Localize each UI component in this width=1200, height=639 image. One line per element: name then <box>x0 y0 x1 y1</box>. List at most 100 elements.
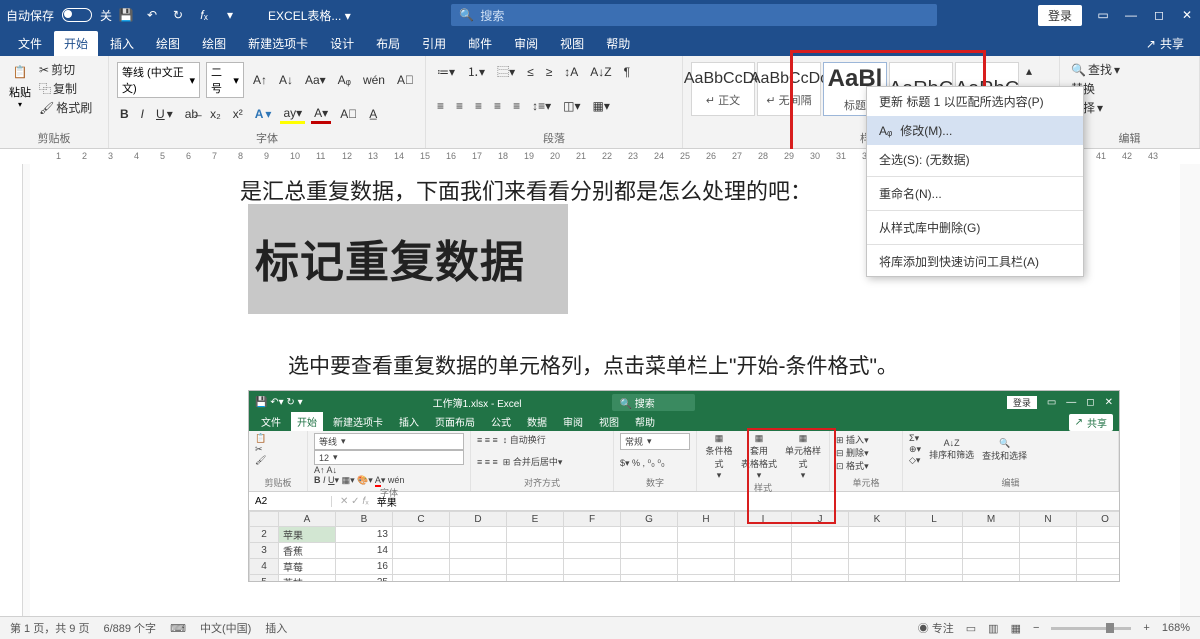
tab-draw[interactable]: 绘图 <box>146 31 190 56</box>
ctx-modify[interactable]: Aᵩ修改(M)... <box>867 116 1083 145</box>
cut-icon: ✂ <box>39 63 49 77</box>
tab-design[interactable]: 设计 <box>320 31 364 56</box>
autosave-toggle[interactable]: 自动保存 关 <box>6 7 112 24</box>
fx-icon[interactable]: 𝑓ₓ <box>196 7 212 23</box>
vertical-ruler[interactable] <box>0 164 23 617</box>
zoom-out-button[interactable]: − <box>1033 622 1039 634</box>
justify-button[interactable]: ≡ <box>491 98 504 114</box>
search-input[interactable]: 🔍 搜索 <box>451 4 937 26</box>
ctx-add-qat[interactable]: 将库添加到快速访问工具栏(A) <box>867 247 1083 276</box>
xl-share: ↗ 共享 <box>1069 414 1113 431</box>
tab-mailings[interactable]: 邮件 <box>458 31 502 56</box>
font-color-button[interactable]: A▾ <box>311 105 331 124</box>
tab-review[interactable]: 审阅 <box>504 31 548 56</box>
sort-button[interactable]: A↓Z <box>587 64 614 80</box>
tab-insert[interactable]: 插入 <box>100 31 144 56</box>
tab-custom[interactable]: 新建选项卡 <box>238 31 318 56</box>
align-right-button[interactable]: ≡ <box>472 98 485 114</box>
borders-button[interactable]: ▦▾ <box>589 98 612 114</box>
style-tile-nospacing[interactable]: AaBbCcDc↵ 无间隔 <box>757 62 821 116</box>
phonetic-button[interactable]: wén <box>360 72 388 88</box>
styles-up-button[interactable]: ▴ <box>1023 63 1038 79</box>
ctx-rename[interactable]: 重命名(N)... <box>867 179 1083 208</box>
status-page[interactable]: 第 1 页，共 9 页 <box>10 620 89 636</box>
heading-1: 标记重复数据 <box>255 226 525 290</box>
clear-format-button[interactable]: Aᵩ <box>335 72 354 88</box>
subscript-button[interactable]: x₂ <box>207 106 224 122</box>
strike-button[interactable]: ab̶ <box>182 106 201 122</box>
maximize-icon[interactable]: ◻ <box>1152 8 1166 22</box>
char-border-button[interactable]: A̲ <box>366 106 380 122</box>
align-center-button[interactable]: ≡ <box>453 98 466 114</box>
tab-file[interactable]: 文件 <box>8 31 52 56</box>
distribute-button[interactable]: ≡ <box>510 98 523 114</box>
separator <box>867 244 1083 245</box>
focus-button[interactable]: ◉ 专注 <box>918 620 954 636</box>
view-read-icon[interactable]: ▭ <box>966 622 976 635</box>
close-icon[interactable]: ✕ <box>1180 8 1194 22</box>
find-button[interactable]: 🔍查找▾ <box>1068 60 1191 79</box>
save-icon[interactable]: 💾 <box>118 7 134 23</box>
search-icon: 🔍 <box>1071 63 1086 77</box>
underline-button[interactable]: U▾ <box>153 106 176 122</box>
search-container: 🔍 搜索 <box>351 4 1038 26</box>
highlight-button[interactable]: ay▾ <box>280 105 305 124</box>
tab-home[interactable]: 开始 <box>54 31 98 56</box>
change-case-button[interactable]: Aa▾ <box>302 72 329 88</box>
xl-tab-formula: 公式 <box>485 412 517 431</box>
login-button[interactable]: 登录 <box>1038 5 1082 26</box>
enclose-button[interactable]: A⃝ <box>394 72 417 88</box>
char-shading-button[interactable]: A⃞ <box>337 106 360 122</box>
redo-icon[interactable]: ↻ <box>170 7 186 23</box>
view-web-icon[interactable]: ▦ <box>1011 622 1021 635</box>
font-size-combo[interactable]: 二号▾ <box>206 62 244 98</box>
decrease-indent-button[interactable]: ≤ <box>524 64 537 80</box>
replace-button[interactable]: 替换 <box>1068 79 1191 98</box>
tab-layout[interactable]: 布局 <box>366 31 410 56</box>
tab-draw2[interactable]: 绘图 <box>192 31 236 56</box>
ctx-select-all[interactable]: 全选(S): (无数据) <box>867 145 1083 174</box>
superscript-button[interactable]: x² <box>230 106 246 122</box>
bold-button[interactable]: B <box>117 106 132 122</box>
cut-button[interactable]: ✂剪切 <box>36 60 95 79</box>
style-tile-normal[interactable]: AaBbCcDc↵ 正文 <box>691 62 755 116</box>
ctx-remove[interactable]: 从样式库中删除(G) <box>867 213 1083 242</box>
text-direction-button[interactable]: ↕A <box>561 64 581 80</box>
shading-button[interactable]: ◫▾ <box>560 98 583 114</box>
qat-more-icon[interactable]: ▾ <box>222 7 238 23</box>
multilist-button[interactable]: ⿳▾ <box>494 62 518 81</box>
paste-button[interactable]: 📋 粘贴 ▾ <box>8 60 32 117</box>
group-clipboard: 📋 粘贴 ▾ ✂剪切 ⿻复制 🖌格式刷 剪贴板 <box>0 56 109 148</box>
format-painter-button[interactable]: 🖌格式刷 <box>36 98 95 117</box>
tab-help[interactable]: 帮助 <box>596 31 640 56</box>
zoom-in-button[interactable]: + <box>1143 622 1149 634</box>
select-button[interactable]: 选择▾ <box>1068 98 1191 117</box>
spellcheck-icon[interactable]: ⌨ <box>170 622 186 635</box>
italic-button[interactable]: I <box>138 106 147 122</box>
zoom-level[interactable]: 168% <box>1162 622 1190 634</box>
bullets-button[interactable]: ≔▾ <box>434 64 458 80</box>
status-words[interactable]: 6/889 个字 <box>103 620 156 636</box>
tab-references[interactable]: 引用 <box>412 31 456 56</box>
shrink-font-button[interactable]: A↓ <box>276 72 296 88</box>
share-button[interactable]: ↗ 共享 <box>1138 31 1192 56</box>
xl-tab-help: 帮助 <box>629 412 661 431</box>
ctx-update-match[interactable]: 更新 标题 1 以匹配所选内容(P) <box>867 87 1083 116</box>
increase-indent-button[interactable]: ≥ <box>543 64 556 80</box>
show-marks-button[interactable]: ¶ <box>621 64 633 80</box>
font-family-combo[interactable]: 等线 (中文正文)▾ <box>117 62 200 98</box>
view-print-icon[interactable]: ▥ <box>988 622 998 635</box>
minimize-icon[interactable]: — <box>1124 8 1138 22</box>
zoom-slider[interactable] <box>1051 627 1131 630</box>
ribbon-display-icon[interactable]: ▭ <box>1096 8 1110 22</box>
line-spacing-button[interactable]: ↕≡▾ <box>529 98 554 114</box>
grow-font-button[interactable]: A↑ <box>250 72 270 88</box>
numbering-button[interactable]: ⒈▾ <box>464 62 488 81</box>
copy-button[interactable]: ⿻复制 <box>36 79 95 98</box>
text-effects-button[interactable]: A▾ <box>252 106 275 122</box>
align-left-button[interactable]: ≡ <box>434 98 447 114</box>
tab-view[interactable]: 视图 <box>550 31 594 56</box>
undo-icon[interactable]: ↶ <box>144 7 160 23</box>
xl-grid: ABCDEFGHIJKLMNO2苹果133香蕉144草莓165荔枝25 <box>249 511 1119 581</box>
status-lang[interactable]: 中文(中国) <box>200 620 251 636</box>
